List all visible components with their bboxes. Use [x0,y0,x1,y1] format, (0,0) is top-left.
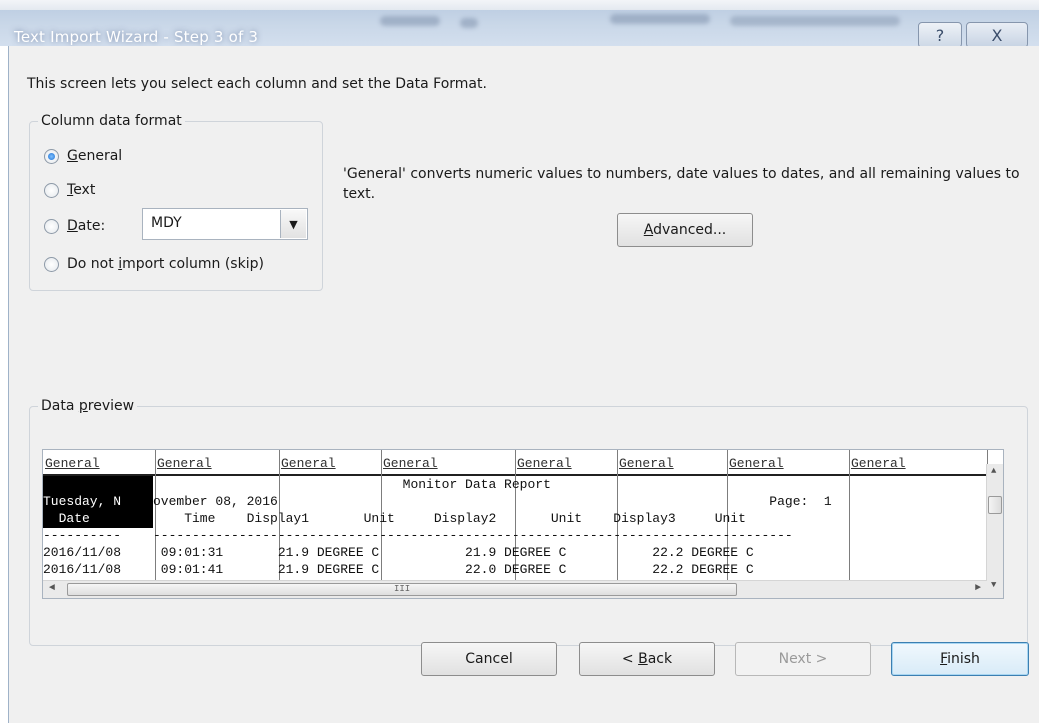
column-header[interactable]: General [157,456,212,471]
radio-text[interactable]: Text [44,182,95,198]
column-header[interactable]: General [383,456,438,471]
radio-button[interactable] [44,182,59,198]
column-header[interactable]: General [281,456,336,471]
button-label: Finish [940,651,980,667]
radio-skip-column[interactable]: Do not import column (skip) [44,256,264,272]
help-button[interactable]: ? [918,22,962,48]
preview-line: 2016/11/08 [43,545,122,560]
radio-label: Do not import column (skip) [67,256,264,272]
preview-line: ---------- [43,528,122,543]
close-icon: X [991,25,1003,45]
finish-button[interactable]: Finish [891,642,1029,676]
button-label: Next > [778,651,828,667]
radio-date[interactable]: Date: [44,218,105,234]
scroll-thumb[interactable]: III [67,583,737,596]
background-blur [380,16,440,26]
column-header[interactable]: General [851,456,906,471]
scroll-down-icon[interactable]: ▼ [991,580,996,590]
next-button: Next > [735,642,871,676]
intro-text: This screen lets you select each column … [27,76,487,92]
chevron-down-icon[interactable]: ▼ [280,210,306,238]
preview-line: 09:01:41 21.9 DEGREE C 22.0 DEGREE C 22.… [153,562,754,577]
preview-line: Time Display1 Unit Display2 Unit Display… [153,511,746,526]
radio-label: General [67,148,123,164]
format-description: 'General' converts numeric values to num… [343,166,1020,202]
horizontal-scrollbar[interactable]: ◄ III ► [43,580,987,598]
advanced-button[interactable]: Advanced... [617,213,753,247]
date-format-value: MDY [151,215,182,231]
radio-general[interactable]: General [44,148,122,164]
data-preview-grid[interactable]: General General General General General … [42,449,1004,599]
vertical-scrollbar[interactable]: ▲ ▼ [986,464,1003,598]
preview-line: Date [43,511,90,526]
preview-line: 09:01:31 21.9 DEGREE C 21.9 DEGREE C 22.… [153,545,754,560]
button-label: < Back [621,651,673,667]
column-header[interactable]: General [517,456,572,471]
radio-button[interactable] [44,256,59,272]
group-legend: Data preview [38,398,138,414]
group-legend: Column data format [38,113,185,129]
preview-line: Monitor Data Report [153,477,551,492]
preview-line: Tuesday, N [43,494,122,509]
radio-button[interactable] [44,218,59,234]
column-header[interactable]: General [45,456,100,471]
preview-line: 2016/11/08 [43,562,122,577]
column-divider[interactable] [849,450,850,598]
scroll-up-icon[interactable]: ▲ [991,466,996,476]
radio-button[interactable] [44,148,59,164]
back-button[interactable]: < Back [579,642,715,676]
dialog-body: This screen lets you select each column … [8,46,1039,723]
column-header[interactable]: General [729,456,784,471]
preview-line: ovember 08, 2016 Page: 1 [153,494,832,509]
scroll-left-icon[interactable]: ◄ [49,583,55,594]
column-header[interactable]: General [619,456,674,471]
scroll-right-icon[interactable]: ► [975,583,981,594]
window-title: Text Import Wizard - Step 3 of 3 [14,28,259,46]
date-format-select[interactable]: MDY ▼ [142,208,308,240]
column-data-format-group: Column data format General Text Date: MD… [29,113,323,291]
radio-label: Date: [67,218,106,234]
button-label: Advanced... [643,222,727,238]
text-import-wizard-window: Text Import Wizard - Step 3 of 3 ? X Thi… [0,0,1039,723]
data-preview-group: Data preview General General General Gen… [29,398,1028,646]
help-icon: ? [935,25,945,45]
radio-label: Text [67,182,96,198]
background-blur [730,16,900,26]
grip-icon: III [394,584,411,594]
title-bar: Text Import Wizard - Step 3 of 3 ? X [0,10,1039,48]
background-ribbon-strip [0,0,1039,10]
background-blur [610,14,710,24]
scroll-thumb[interactable] [988,496,1002,514]
preview-line: ----------------------------------------… [153,528,793,543]
button-label: Cancel [465,651,513,667]
cancel-button[interactable]: Cancel [421,642,557,676]
background-blur [460,18,478,28]
close-button[interactable]: X [966,22,1028,48]
